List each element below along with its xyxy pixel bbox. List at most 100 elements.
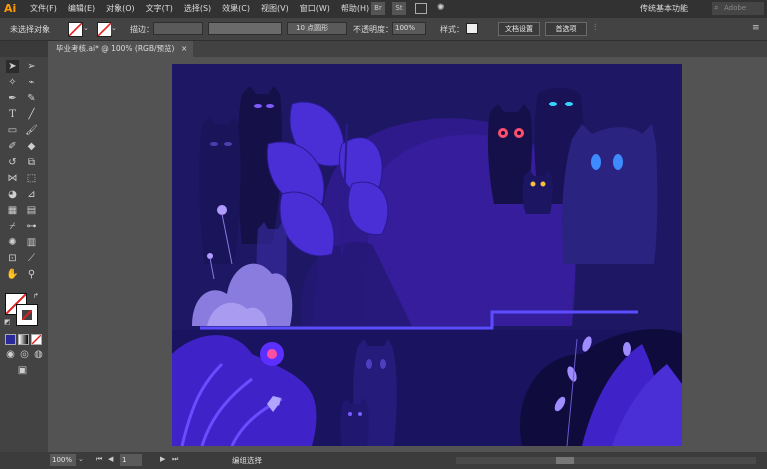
pen-tool-icon[interactable]: ✒	[6, 92, 19, 105]
line-tool-icon[interactable]: ╱	[25, 108, 38, 121]
variable-width-profile[interactable]	[208, 22, 282, 35]
hand-tool-icon[interactable]: ✋	[6, 268, 19, 281]
gpu-icon[interactable]: ✺	[437, 3, 445, 13]
document-tab-title: 毕业考核.ai* @ 100% (RGB/预览)	[56, 44, 175, 53]
none-slash-icon	[32, 335, 41, 344]
type-tool-icon[interactable]: T	[6, 108, 19, 121]
perspective-tool-icon[interactable]: ⊿	[25, 188, 38, 201]
none-mode-icon[interactable]	[31, 334, 42, 345]
fill-dropdown[interactable]: ⌄	[83, 22, 93, 35]
menu-effect[interactable]: 效果(C)	[222, 3, 250, 14]
artboard-number-input[interactable]: 1	[120, 454, 142, 466]
menu-window[interactable]: 窗口(W)	[300, 3, 330, 14]
swap-fill-stroke-icon[interactable]: ↱	[33, 292, 39, 300]
none-slash-icon	[98, 23, 111, 36]
menu-list: 文件(F) 编辑(E) 对象(O) 文字(T) 选择(S) 效果(C) 视图(V…	[30, 3, 380, 14]
blend-tool-icon[interactable]: ⊶	[25, 220, 38, 233]
gradient-mode-icon[interactable]	[18, 334, 29, 345]
menu-view[interactable]: 视图(V)	[261, 3, 289, 14]
tools-panel: ➤ ➢ ✧ ⌁ ✒ ✎ T ╱ ▭ 🖌 ✐ ◆ ↺ ⧉ ⋈ ⬚ ◕ ⊿ ▦ ▤ …	[0, 41, 48, 452]
preferences-button[interactable]: 首选项	[545, 22, 587, 36]
control-bar: 未选择对象 ⌄ ⌄ 描边： 10 点圆形 不透明度： 100% 样式： 文档设置…	[0, 18, 767, 41]
paintbrush-tool-icon[interactable]: 🖌	[25, 124, 38, 137]
stroke-color-box[interactable]	[16, 304, 38, 326]
selection-status: 未选择对象	[10, 25, 50, 34]
document-setup-button[interactable]: 文档设置	[498, 22, 540, 36]
color-mode-icon[interactable]	[5, 334, 16, 345]
document-tab-bar: 毕业考核.ai* @ 100% (RGB/预览) ×	[48, 41, 767, 57]
shaper-tool-icon[interactable]: ✐	[6, 140, 19, 153]
free-transform-tool-icon[interactable]: ⬚	[25, 172, 38, 185]
zoom-dropdown-icon[interactable]: ⌄	[78, 455, 84, 463]
rectangle-tool-icon[interactable]: ▭	[6, 124, 19, 137]
rotate-tool-icon[interactable]: ↺	[6, 156, 19, 169]
eyedropper-tool-icon[interactable]: ⌿	[6, 220, 19, 233]
zoom-input[interactable]: 100%	[50, 454, 76, 466]
gradient-tool-icon[interactable]: ▤	[25, 204, 38, 217]
panel-menu-icon[interactable]: ≡	[752, 23, 760, 33]
last-artboard-icon[interactable]: ⏭	[172, 455, 178, 464]
style-swatch[interactable]	[466, 23, 478, 34]
width-tool-icon[interactable]: ⋈	[6, 172, 19, 185]
eraser-tool-icon[interactable]: ◆	[25, 140, 38, 153]
tools-panel-grip[interactable]	[0, 41, 48, 57]
opacity-input[interactable]: 100%	[392, 22, 426, 35]
fill-swatch[interactable]	[68, 22, 83, 37]
mesh-tool-icon[interactable]: ▦	[6, 204, 19, 217]
previous-artboard-icon[interactable]: ◀	[108, 455, 113, 463]
status-bar: 100% ⌄ ⏮ ◀ 1 ▶ ⏭ 编组选择	[0, 452, 767, 469]
menu-help[interactable]: 帮助(H)	[341, 3, 369, 14]
direct-selection-tool-icon[interactable]: ➢	[25, 60, 38, 73]
menu-object[interactable]: 对象(O)	[106, 3, 135, 14]
first-artboard-icon[interactable]: ⏮	[96, 455, 102, 464]
scrollbar-thumb[interactable]	[556, 457, 574, 464]
column-graph-tool-icon[interactable]: ▥	[25, 236, 38, 249]
current-tool-status[interactable]: 编组选择	[232, 455, 262, 466]
artboard-tool-icon[interactable]: ⊡	[6, 252, 19, 265]
screen-mode-icon[interactable]: ▣	[16, 364, 29, 377]
stroke-weight-input[interactable]	[153, 22, 203, 35]
default-colors-icon[interactable]: ◩	[4, 318, 11, 326]
draw-normal-icon[interactable]: ◉	[4, 348, 17, 361]
stroke-label: 描边：	[130, 25, 154, 34]
draw-inside-icon[interactable]: ◍	[32, 348, 45, 361]
none-slash-icon	[69, 23, 82, 36]
lasso-tool-icon[interactable]: ⌁	[25, 76, 38, 89]
stock-button[interactable]: St	[392, 2, 406, 15]
horizontal-scrollbar[interactable]	[456, 457, 756, 464]
menu-edit[interactable]: 编辑(E)	[68, 3, 95, 14]
close-tab-icon[interactable]: ×	[181, 41, 187, 57]
artboard[interactable]	[172, 64, 682, 447]
document-tab[interactable]: 毕业考核.ai* @ 100% (RGB/预览) ×	[48, 41, 193, 57]
symbol-sprayer-tool-icon[interactable]: ✺	[6, 236, 19, 249]
draw-behind-icon[interactable]: ◎	[18, 348, 31, 361]
menu-file[interactable]: 文件(F)	[30, 3, 57, 14]
align-options-icon[interactable]: ⫶	[594, 23, 596, 33]
stroke-swatch[interactable]	[97, 22, 112, 37]
search-icon: ⌕	[714, 3, 719, 12]
slice-tool-icon[interactable]: ⟋	[25, 252, 38, 265]
workspace-switcher[interactable]: 传统基本功能	[640, 3, 688, 14]
selection-tool-icon[interactable]: ➤	[6, 60, 19, 73]
curvature-tool-icon[interactable]: ✎	[25, 92, 38, 105]
magic-wand-tool-icon[interactable]: ✧	[6, 76, 19, 89]
arrange-documents-icon[interactable]	[415, 3, 427, 14]
search-input[interactable]: Adobe	[712, 2, 764, 15]
shape-builder-tool-icon[interactable]: ◕	[6, 188, 19, 201]
brush-definition[interactable]: 10 点圆形	[287, 22, 347, 35]
opacity-label: 不透明度：	[353, 25, 393, 34]
none-slash-icon	[22, 310, 32, 320]
next-artboard-icon[interactable]: ▶	[160, 455, 165, 463]
stroke-dropdown[interactable]: ⌄	[111, 22, 121, 35]
bridge-button[interactable]: Br	[371, 2, 385, 15]
brush-value: 10 点圆形	[296, 24, 329, 32]
opacity-value: 100%	[395, 24, 416, 32]
menu-select[interactable]: 选择(S)	[184, 3, 211, 14]
zoom-tool-icon[interactable]: ⚲	[25, 268, 38, 281]
scale-tool-icon[interactable]: ⧉	[25, 156, 38, 169]
app-logo: Ai	[4, 2, 17, 15]
menu-bar: Ai 文件(F) 编辑(E) 对象(O) 文字(T) 选择(S) 效果(C) 视…	[0, 0, 767, 18]
style-label: 样式：	[440, 25, 464, 34]
menu-type[interactable]: 文字(T)	[146, 3, 173, 14]
artboard-illustration	[172, 64, 682, 447]
